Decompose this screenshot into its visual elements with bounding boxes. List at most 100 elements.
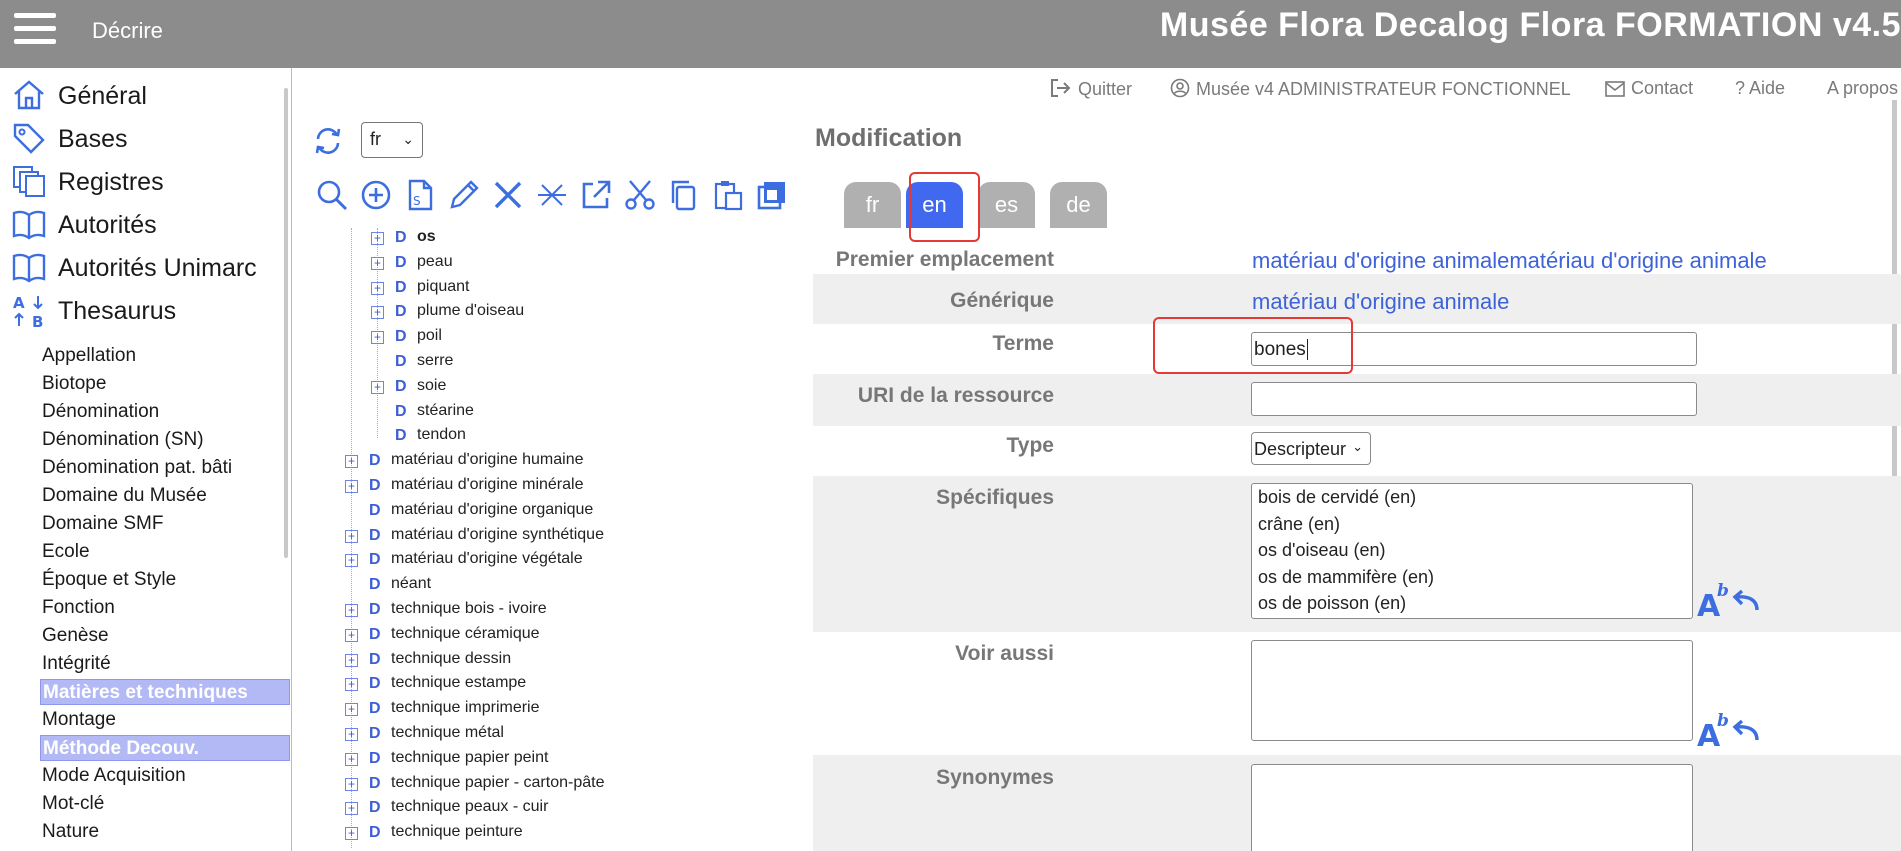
thesaurus-item[interactable]: Mot-clé [40,791,290,817]
tab-es[interactable]: es [978,182,1035,228]
delete-icon[interactable] [491,178,525,212]
nav-thesaurus[interactable]: AB Thesaurus [12,291,282,331]
generique-link[interactable]: matériau d'origine animale [1252,289,1509,315]
thesaurus-item[interactable]: Mode Acquisition [40,763,290,789]
tree-node-label[interactable]: technique estampe [391,674,526,692]
specifiques-list[interactable]: bois de cervidé (en) crâne (en) os d'oisea… [1251,483,1693,619]
thesaurus-item[interactable]: Dénomination [40,399,290,425]
cut-icon[interactable] [623,178,657,212]
hamburger-menu-icon[interactable] [14,13,56,45]
expand-icon[interactable]: + [345,777,358,791]
tree-node-label[interactable]: os [417,228,436,246]
tree-language-select[interactable]: fr ⌄ [361,122,423,158]
expand-icon[interactable]: + [345,554,358,568]
tree-node-label[interactable]: technique métal [391,724,504,742]
tree-node-label[interactable]: technique céramique [391,625,540,643]
search-icon[interactable] [315,178,349,212]
thesaurus-item[interactable]: Montage [40,707,290,733]
thesaurus-item[interactable]: Fonction [40,595,290,621]
expand-icon[interactable]: + [371,256,384,270]
tree-node-label[interactable]: matériau d'origine minérale [391,476,583,494]
refresh-icon[interactable] [313,126,343,156]
tree-node-label[interactable]: technique peinture [391,823,523,841]
tree-node-label[interactable]: serre [417,352,453,370]
thesaurus-item[interactable]: Domaine du Musée [40,483,290,509]
expand-icon[interactable]: + [345,604,358,617]
list-item[interactable]: os d'oiseau (en) [1252,537,1692,564]
type-select[interactable]: Descripteur ⌄ [1251,432,1371,465]
nav-bases[interactable]: Bases [12,119,282,159]
expand-icon[interactable]: + [345,628,358,642]
tree-node-label[interactable]: technique bois - ivoire [391,600,547,618]
tree-node-label[interactable]: technique peaux - cuir [391,798,548,816]
tree-node-label[interactable]: poil [417,327,442,345]
expand-icon[interactable]: + [371,232,384,245]
tab-de[interactable]: de [1050,182,1107,228]
tree-node-label[interactable]: matériau d'origine végétale [391,550,583,568]
terme-input[interactable]: bones [1251,332,1697,366]
expand-icon[interactable]: + [345,802,358,816]
tree-node-label[interactable]: technique papier - carton-pâte [391,774,604,792]
external-link-icon[interactable] [579,178,613,212]
expand-icon[interactable]: + [371,380,384,394]
premier-emplacement-link[interactable]: matériau d'origine animalematériau d'ori… [1252,248,1767,274]
tree-node-label[interactable]: piquant [417,278,470,296]
translate-icon[interactable]: Ab [1697,712,1761,748]
tab-en[interactable]: en [906,182,963,228]
unlink-icon[interactable] [535,178,569,212]
tree-node-label[interactable]: technique dessin [391,650,511,668]
about-link[interactable]: A propos [1827,78,1898,99]
nav-autorites-unimarc[interactable]: Autorités Unimarc [12,248,282,288]
paste-icon[interactable] [711,178,745,212]
tree-node-label[interactable]: technique papier peint [391,749,548,767]
move-icon[interactable] [755,178,789,212]
user-link[interactable]: Musée v4 ADMINISTRATEUR FONCTIONNEL [1170,78,1571,100]
thesaurus-item[interactable]: Biotope [40,371,290,397]
thesaurus-item[interactable]: Matières et techniques [40,679,290,705]
expand-icon[interactable]: + [345,480,358,493]
uri-input[interactable] [1251,382,1697,416]
expand-icon[interactable]: + [345,678,358,692]
list-item[interactable]: bois de cervidé (en) [1252,484,1692,511]
list-item[interactable]: crâne (en) [1252,511,1692,538]
expand-icon[interactable]: + [345,653,358,667]
nav-registres[interactable]: Registres [12,162,282,202]
quit-link[interactable]: Quitter [1050,78,1132,100]
tree-node-label[interactable]: matériau d'origine organique [391,501,593,519]
expand-icon[interactable]: + [345,728,358,741]
tree-node-label[interactable]: technique imprimerie [391,699,540,717]
thesaurus-item[interactable]: Appellation [40,343,290,369]
contact-link[interactable]: Contact [1605,78,1693,99]
voir-aussi-list[interactable] [1251,640,1693,741]
translate-icon[interactable]: Ab [1697,582,1761,618]
thesaurus-item[interactable]: Nature [40,819,290,845]
tree-node-label[interactable]: peau [417,253,453,271]
nav-autorites[interactable]: Autorités [12,205,282,245]
expand-icon[interactable]: + [345,455,358,469]
tree-node-label[interactable]: néant [391,575,431,593]
expand-icon[interactable]: + [345,529,358,543]
tree-node-label[interactable]: matériau d'origine synthétique [391,526,604,544]
synonymes-list[interactable] [1251,764,1693,851]
help-link[interactable]: ? Aide [1735,78,1785,99]
expand-icon[interactable]: + [371,331,384,345]
thesaurus-item[interactable]: Ecole [40,539,290,565]
thesaurus-item[interactable]: Méthode Decouv. [40,735,290,761]
new-document-icon[interactable]: S [403,178,437,212]
thesaurus-item[interactable]: Genèse [40,623,290,649]
tree-node-label[interactable]: plume d'oiseau [417,302,524,320]
thesaurus-item[interactable]: Époque et Style [40,567,290,593]
thesaurus-item[interactable]: Intégrité [40,651,290,677]
expand-icon[interactable]: + [345,703,358,717]
edit-icon[interactable] [447,178,481,212]
expand-icon[interactable]: + [345,827,358,841]
thesaurus-item[interactable]: Dénomination pat. bâti [40,455,290,481]
add-icon[interactable] [359,178,393,212]
tree-node-label[interactable]: tendon [417,426,466,444]
tree-node-label[interactable]: matériau d'origine humaine [391,451,584,469]
nav-general[interactable]: Général [12,76,282,116]
tree-node-label[interactable]: soie [417,377,446,395]
thesaurus-item[interactable]: Dénomination (SN) [40,427,290,453]
expand-icon[interactable]: + [345,752,358,766]
list-item[interactable]: os de mammifère (en) [1252,564,1692,591]
